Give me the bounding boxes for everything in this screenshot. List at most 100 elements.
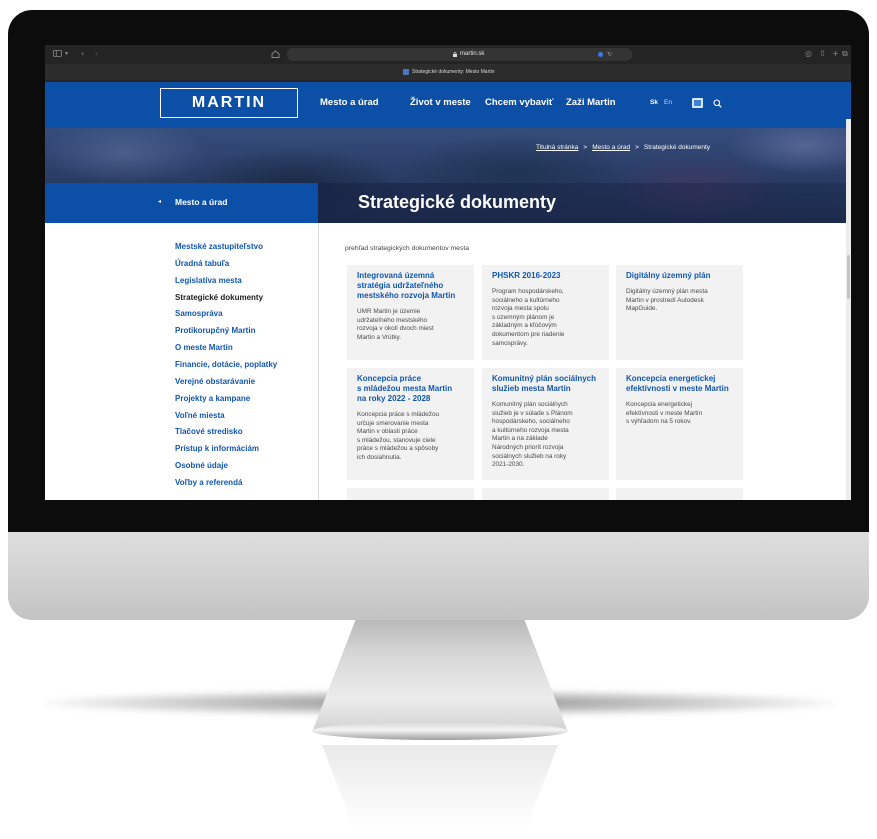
document-card[interactable]: Integrovaná územná stratégia udržateľného…	[347, 265, 474, 360]
card-title-line: stratégia udržateľného	[357, 281, 444, 290]
sidebar-menu: Mestské zastupiteľstvo Úradná tabuľa Legis…	[175, 239, 277, 492]
nav-mesto-a-urad[interactable]: Mesto a úrad	[320, 95, 379, 111]
card-description-line: Martin a Vrútky.	[357, 333, 402, 341]
card-title[interactable]: Komunitný plán sociálnych služieb mesta M…	[492, 374, 601, 394]
card-description: UMR Martin je územie udržateľného mestské…	[357, 308, 466, 342]
card-description: Koncepcia energetickej efektívnosti v mes…	[626, 401, 735, 427]
card-title[interactable]: Koncepcia energetickej efektívnosti v mes…	[626, 374, 735, 394]
language-en[interactable]: En	[664, 99, 672, 107]
document-card[interactable]: Koncepcia energetickej efektívnosti v mes…	[616, 368, 743, 480]
sidebar-item-strategicke-dokumenty[interactable]: Strategické dokumenty	[175, 290, 277, 307]
card-description-line: základným a kľúčovým	[492, 322, 557, 330]
card-description-line: rozvoja mesta spolu	[492, 305, 549, 313]
reload-icon[interactable]: ↻	[607, 48, 612, 61]
card-description-line: sociálnych služieb na roky	[492, 452, 567, 460]
breadcrumb-separator: >	[635, 144, 639, 151]
forward-icon[interactable]: ›	[95, 48, 98, 60]
card-description-line: dokumentom pre riadenie	[492, 330, 565, 338]
search-icon[interactable]	[713, 99, 722, 108]
tabs-overview-icon[interactable]: ⧉	[842, 48, 848, 60]
imac-stand-neck	[312, 620, 568, 732]
accessibility-icon[interactable]	[692, 98, 703, 108]
page-scrollbar[interactable]	[846, 119, 851, 500]
card-description-line: s výhľadom na 5 rokov.	[626, 418, 692, 426]
card-title-line: Integrovaná územná	[357, 271, 435, 280]
card-description-line: Martin a na základe	[492, 435, 548, 443]
card-title[interactable]: Integrovaná územná stratégia udržateľného…	[357, 271, 466, 301]
language-sk[interactable]: Sk	[650, 99, 658, 107]
card-description-line: efektívnosti v meste Martin	[626, 409, 703, 417]
sidebar-item-tlacove-stredisko[interactable]: Tlačové stredisko	[175, 424, 277, 441]
chevron-down-icon[interactable]: ▾	[65, 48, 68, 60]
sidebar-item-projekty-a-kampane[interactable]: Projekty a kampane	[175, 391, 277, 408]
site-logo[interactable]: MARTIN	[160, 88, 298, 118]
sidebar-item-legislativa-mesta[interactable]: Legislatíva mesta	[175, 273, 277, 290]
page-title-band: Strategické dokumenty	[318, 183, 851, 223]
scrollbar-thumb[interactable]	[847, 255, 850, 299]
sidebar-item-verejne-obstaravanie[interactable]: Verejné obstarávanie	[175, 374, 277, 391]
main-content: Mestské zastupiteľstvo Úradná tabuľa Legis…	[45, 223, 851, 500]
card-title-line: Koncepcia práce	[357, 374, 422, 383]
sidebar-item-o-meste-martin[interactable]: O meste Martin	[175, 340, 277, 357]
card-description-line: Koncepcia energetickej	[626, 401, 693, 408]
card-description-line: určuje smerovanie mesta	[357, 419, 429, 427]
sidebar-item-uradna-tabula[interactable]: Úradná tabuľa	[175, 256, 277, 273]
address-bar-url[interactable]: martin.sk	[460, 48, 484, 61]
card-description: Koncepcia práce s mládežou určuje smerova…	[357, 411, 466, 463]
sidebar-item-financie-dotacie-poplatky[interactable]: Financie, dotácie, poplatky	[175, 357, 277, 374]
breadcrumb-link-home[interactable]: Titulná stránka	[536, 144, 578, 151]
sidebar-toggle-icon[interactable]	[53, 48, 62, 60]
card-description: Komunitný plán sociálnych služieb je v sú…	[492, 401, 601, 470]
card-description-line: a kultúrneho rozvoja mesta	[492, 426, 569, 434]
nav-zazi-martin[interactable]: Zaži Martin	[566, 95, 616, 111]
document-card[interactable]: Koncepcia práce s mládežou mesta Martin na…	[347, 368, 474, 480]
card-description-line: služieb je v súlade s Plánom	[492, 409, 573, 417]
card-title[interactable]: Koncepcia práce s mládežou mesta Martin na…	[357, 374, 466, 404]
document-card[interactable]: PHSKR 2016-2023 Program hospodárskeho, soc…	[482, 265, 609, 360]
sidebar-item-osobne-udaje[interactable]: Osobné údaje	[175, 458, 277, 475]
card-description-line: Digitálny územný plán mesta	[626, 288, 708, 295]
sidebar-item-protikorupcny-martin[interactable]: Protikorupčný Martin	[175, 323, 277, 340]
home-icon[interactable]	[271, 48, 280, 60]
card-description-line: Národných priorít rozvoja	[492, 443, 564, 451]
card-title[interactable]: PHSKR 2016-2023	[492, 271, 601, 281]
section-back-label: Mesto a úrad	[175, 197, 228, 207]
page-title: Strategické dokumenty	[358, 192, 557, 212]
sidebar-item-volne-miesta[interactable]: Voľné miesta	[175, 408, 277, 425]
card-description: Digitálny územný plán mesta Martin v pros…	[626, 288, 735, 314]
tab-title[interactable]: Strategické dokumenty: Mesto Martin	[412, 64, 495, 80]
document-card[interactable]: Komunitný plán sociálnych služieb mesta M…	[482, 368, 609, 480]
share-icon[interactable]: ⇧	[819, 48, 826, 60]
card-description: Program hospodárskeho, sociálneho a kultú…	[492, 288, 601, 348]
card-description-line: samosprávy.	[492, 339, 528, 347]
document-card[interactable]: Digitálny územný plán Digitálny územný pl…	[616, 265, 743, 360]
card-description-line: Komunitný plán sociálnych	[492, 401, 568, 408]
document-card-partial[interactable]	[482, 488, 609, 500]
nav-chcem-vybavit[interactable]: Chcem vybaviť	[485, 95, 553, 111]
card-title[interactable]: Digitálny územný plán	[626, 271, 735, 281]
site-header: MARTIN Mesto a úrad Život v meste Chcem …	[45, 82, 851, 128]
document-card-partial[interactable]	[616, 488, 743, 500]
new-tab-icon[interactable]: +	[832, 48, 839, 60]
card-description-line: udržateľného mestského	[357, 316, 428, 324]
card-description-line: práce s mládežou a spôsoby	[357, 445, 439, 453]
back-icon[interactable]: ‹	[81, 48, 84, 60]
card-description-line: ich dosiahnutia.	[357, 453, 402, 461]
card-title-line: efektívnosti v meste Martin	[626, 384, 729, 393]
download-icon[interactable]: ◎	[805, 48, 812, 60]
section-back-link[interactable]: ◂ Mesto a úrad	[45, 183, 318, 223]
address-bar[interactable]: martin.sk ↻	[287, 48, 632, 61]
sidebar-item-volby-a-referenda[interactable]: Voľby a referendá	[175, 475, 277, 492]
card-title-line: mestského rozvoja Martin	[357, 291, 456, 300]
breadcrumb-link-mesto-a-urad[interactable]: Mesto a úrad	[592, 144, 630, 151]
card-description-line: rozvoja v okolí dvoch miest	[357, 325, 434, 333]
card-title-line: Komunitný plán sociálnych	[492, 374, 597, 383]
sidebar-item-mestske-zastupitelstvo[interactable]: Mestské zastupiteľstvo	[175, 239, 277, 256]
document-card-partial[interactable]	[347, 488, 474, 500]
imac-stand-foot	[312, 722, 568, 740]
breadcrumb: Titulná stránka > Mesto a úrad > Strategické…	[536, 143, 710, 153]
nav-zivot-v-meste[interactable]: Život v meste	[410, 95, 471, 111]
translate-icon[interactable]	[598, 52, 603, 57]
sidebar-item-samosprava[interactable]: Samospráva	[175, 306, 277, 323]
sidebar-item-pristup-k-informaciam[interactable]: Prístup k informáciám	[175, 441, 277, 458]
